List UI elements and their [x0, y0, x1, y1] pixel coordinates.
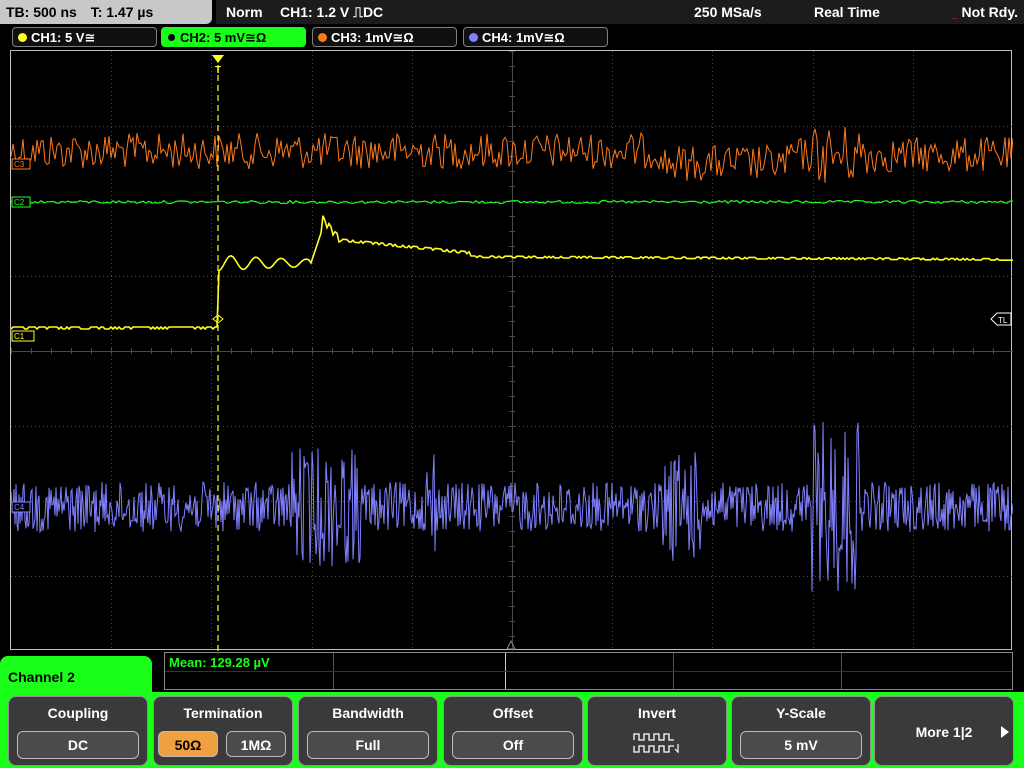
bandwidth-value[interactable]: Full: [307, 731, 429, 759]
reference-marker-icon: [506, 639, 516, 650]
timebase-status[interactable]: TB: 500 ns T: 1.47 µs: [0, 0, 212, 24]
ch1-marker[interactable]: C1: [11, 330, 35, 342]
tab-ch3-label: CH3: 1mV≅Ω: [331, 30, 414, 45]
tab-ch2[interactable]: CH2: 5 mV≅Ω: [161, 27, 306, 47]
offset-softkey[interactable]: Offset Off: [443, 696, 583, 766]
ch1-dot-icon: [18, 33, 27, 42]
timebase-value: TB: 500 ns: [6, 4, 77, 20]
ch2-marker[interactable]: C2: [11, 196, 31, 208]
ch3-dot-icon: [318, 33, 327, 42]
invert-label: Invert: [637, 705, 677, 721]
tab-ch4[interactable]: CH4: 1mV≅Ω: [463, 27, 608, 47]
acquisition-mode: Real Time: [814, 4, 880, 20]
y-scale-value[interactable]: 5 mV: [740, 731, 862, 759]
termination-50ohm-option[interactable]: 50Ω: [158, 731, 218, 757]
termination-softkey[interactable]: Termination 50Ω 1MΩ: [153, 696, 293, 766]
svg-text:C4: C4: [14, 503, 25, 512]
coupling-softkey[interactable]: Coupling DC: [8, 696, 148, 766]
trigger-mode[interactable]: Norm: [226, 0, 263, 24]
more-softkey[interactable]: More 1|2: [874, 696, 1014, 766]
waveform-display[interactable]: T C3 C2 C1 C4 TL: [10, 50, 1013, 651]
coupling-label: Coupling: [47, 705, 109, 721]
offset-value[interactable]: Off: [452, 731, 574, 759]
svg-text:TL: TL: [998, 316, 1008, 325]
status-bar: Norm CH1: 1.2 V ⎍DC 250 MSa/s Real Time …: [216, 0, 1024, 24]
trigger-level-marker[interactable]: TL: [990, 312, 1012, 326]
trigger-position-icon[interactable]: T: [212, 55, 224, 76]
ch3-marker[interactable]: C3: [11, 158, 31, 170]
tab-ch1-label: CH1: 5 V≅: [31, 30, 96, 45]
ch2-dot-icon: [167, 33, 176, 42]
trigger-source[interactable]: CH1: 1.2 V ⎍DC: [280, 0, 383, 24]
graticule-grid: [11, 51, 1013, 651]
svg-text:C1: C1: [14, 332, 25, 341]
y-scale-label: Y-Scale: [776, 705, 826, 721]
next-arrow-icon: [1001, 726, 1009, 738]
termination-1mohm-option[interactable]: 1MΩ: [226, 731, 286, 757]
more-label: More 1|2: [915, 724, 973, 740]
meas-divider: [165, 671, 1012, 672]
ch4-dot-icon: [469, 33, 478, 42]
svg-text:T: T: [215, 65, 221, 76]
measurement-bar: Mean: 129.28 µV: [164, 652, 1013, 690]
bandwidth-label: Bandwidth: [332, 705, 404, 721]
tab-ch3[interactable]: CH3: 1mV≅Ω: [312, 27, 457, 47]
bandwidth-softkey[interactable]: Bandwidth Full: [298, 696, 438, 766]
tab-ch1[interactable]: CH1: 5 V≅: [12, 27, 157, 47]
tab-ch2-label: CH2: 5 mV≅Ω: [180, 30, 267, 45]
svg-text:C3: C3: [14, 160, 25, 169]
coupling-value[interactable]: DC: [17, 731, 139, 759]
menu-title: Channel 2: [0, 656, 152, 700]
mean-measurement: Mean: 129.28 µV: [169, 655, 270, 670]
ch4-marker[interactable]: C4: [11, 501, 31, 513]
svg-text:C2: C2: [14, 198, 25, 207]
termination-label: Termination: [183, 705, 263, 721]
invert-softkey[interactable]: Invert: [587, 696, 727, 766]
offset-label: Offset: [492, 705, 534, 721]
acquisition-state: _ Not Rdy.: [952, 4, 1018, 20]
y-scale-softkey[interactable]: Y-Scale 5 mV: [731, 696, 871, 766]
sample-rate: 250 MSa/s: [694, 4, 762, 20]
invert-waveform-icon: [633, 733, 679, 754]
trigger-time-value: T: 1.47 µs: [90, 4, 154, 20]
tab-ch4-label: CH4: 1mV≅Ω: [482, 30, 565, 45]
